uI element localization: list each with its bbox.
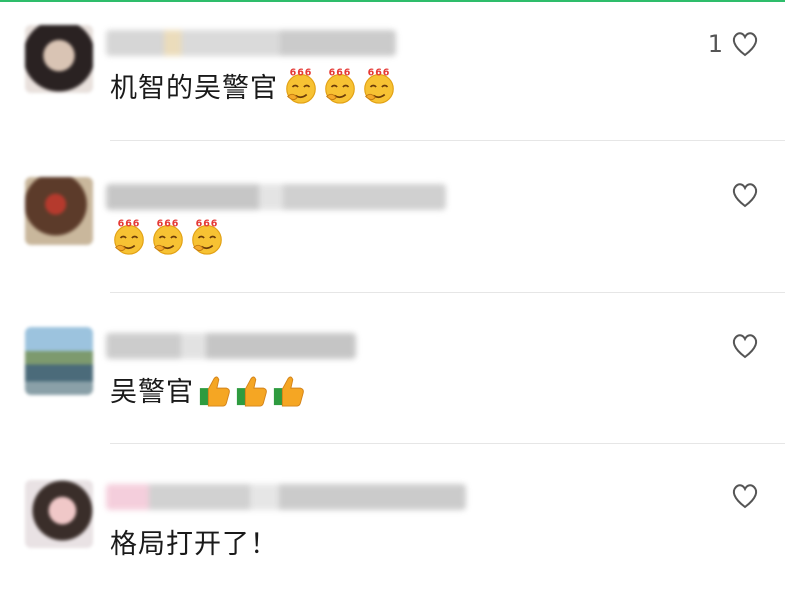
comment-text: 机智的吴警官 <box>110 73 278 104</box>
username-redacted[interactable] <box>106 484 466 510</box>
like-button[interactable]: 1 <box>708 30 759 58</box>
divider <box>110 140 785 141</box>
666-emoji-icon <box>188 218 226 256</box>
heart-outline-icon <box>731 333 759 359</box>
avatar[interactable] <box>25 25 93 93</box>
thumbs-up-emoji-icon <box>198 371 232 409</box>
username-redacted[interactable] <box>106 184 446 210</box>
emoji-group <box>110 218 227 256</box>
comment-text-row: 吴警官 <box>110 370 309 409</box>
username-redacted[interactable] <box>106 333 356 359</box>
comment-item: 机智的吴警官 1 <box>0 0 785 150</box>
thumbs-up-emoji-icon <box>235 371 269 409</box>
heart-outline-icon <box>731 31 759 57</box>
666-emoji-icon <box>321 67 359 105</box>
like-button[interactable] <box>723 483 759 509</box>
comment-text: 格局打开了！ <box>110 529 278 560</box>
heart-outline-icon <box>731 182 759 208</box>
666-emoji-icon <box>360 67 398 105</box>
comment-text: 吴警官 <box>110 377 194 408</box>
divider <box>110 292 785 293</box>
emoji-group <box>282 67 399 105</box>
avatar[interactable] <box>25 327 93 395</box>
comment-text-row: 机智的吴警官 <box>110 66 399 105</box>
thumbs-up-emoji-icon <box>272 371 306 409</box>
heart-outline-icon <box>731 483 759 509</box>
666-emoji-icon <box>149 218 187 256</box>
like-button[interactable] <box>723 182 759 208</box>
avatar[interactable] <box>25 480 93 548</box>
comment-text-row: 格局打开了！ <box>110 522 278 561</box>
comment-item: 格局打开了！ <box>0 450 785 600</box>
like-button[interactable] <box>723 333 759 359</box>
666-emoji-icon <box>282 67 320 105</box>
username-redacted[interactable] <box>106 30 396 56</box>
comment-item <box>0 150 785 300</box>
avatar[interactable] <box>25 177 93 245</box>
like-count: 1 <box>707 30 723 58</box>
divider <box>110 443 785 444</box>
comment-text-row <box>110 218 227 256</box>
comment-item: 吴警官 <box>0 300 785 450</box>
emoji-group <box>198 371 309 409</box>
666-emoji-icon <box>110 218 148 256</box>
